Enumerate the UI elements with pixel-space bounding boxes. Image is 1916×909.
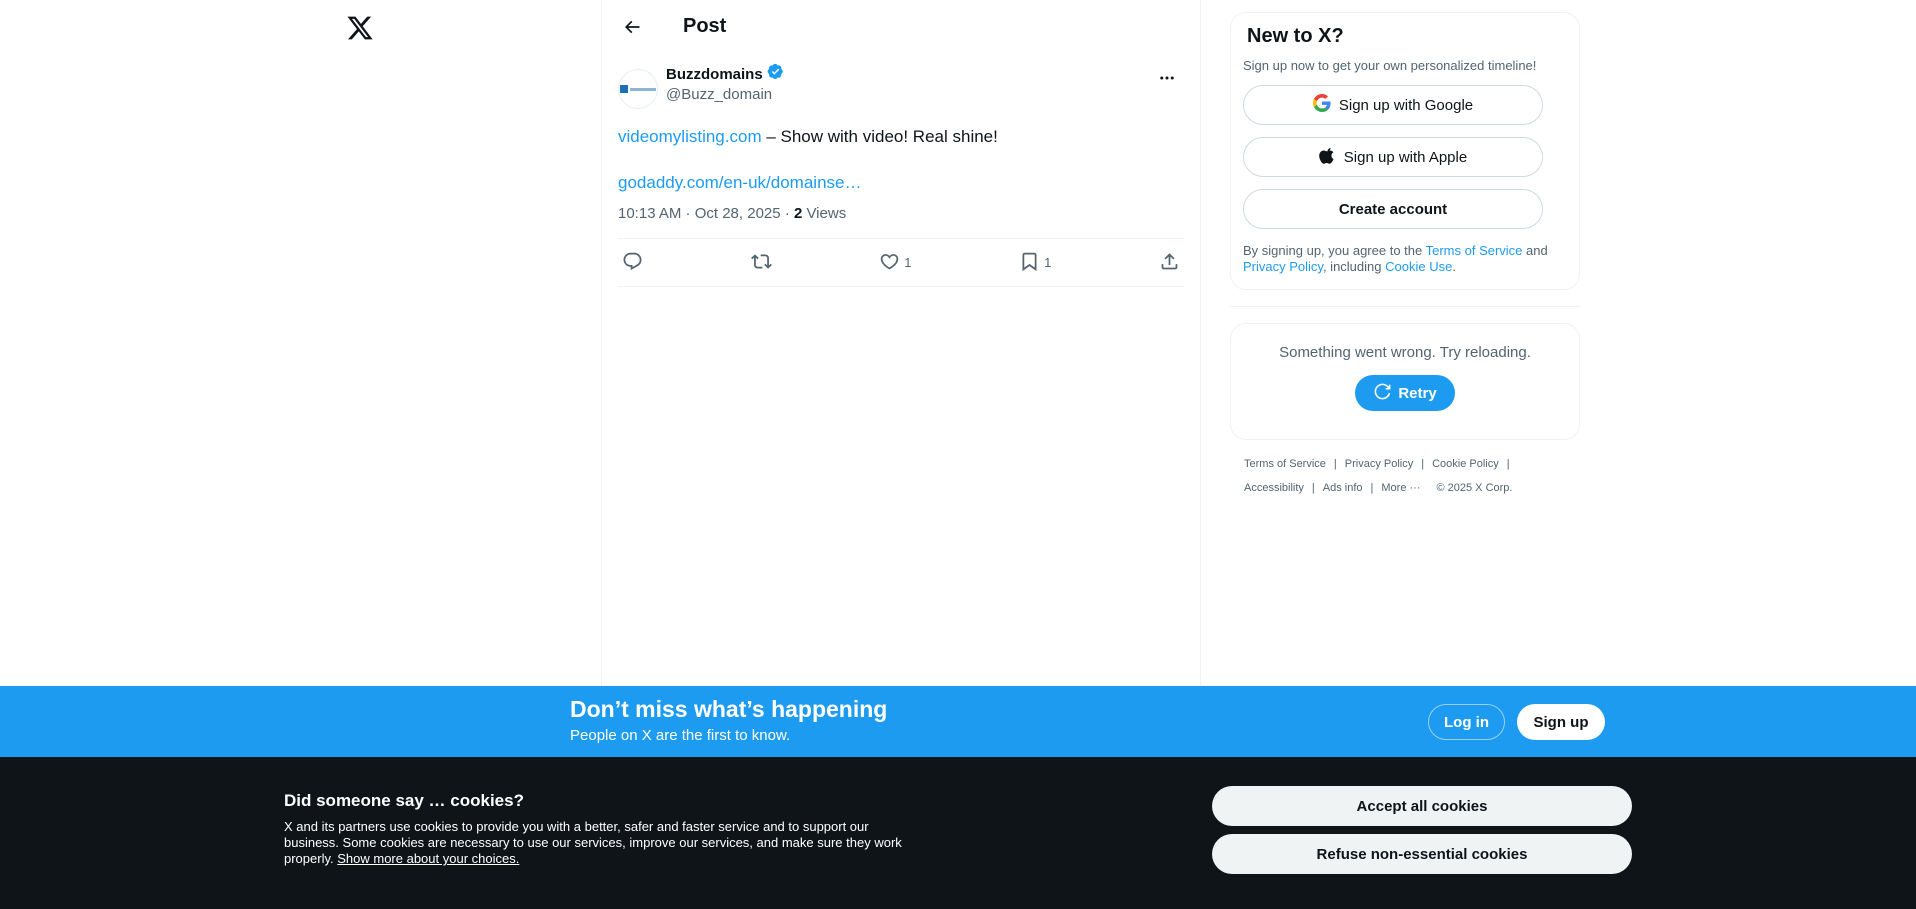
terms-including: , including: [1322, 259, 1386, 274]
footer-ads-link[interactable]: Ads info: [1323, 482, 1363, 494]
footer-cookie-link[interactable]: Cookie Policy: [1432, 458, 1499, 470]
login-button[interactable]: Log in: [1428, 704, 1505, 740]
post-meta: 10:13 AM · Oct 28, 2025 · 2 Views: [618, 205, 1184, 239]
signup-google-button[interactable]: Sign up with Google: [1243, 85, 1543, 125]
footer-more-link[interactable]: More ···: [1381, 482, 1420, 494]
signup-google-label: Sign up with Google: [1338, 96, 1474, 114]
author-handle[interactable]: @Buzz_domain: [666, 85, 784, 104]
post: Buzzdomains @Buzz_domain videomylisting.…: [602, 53, 1200, 287]
signup-card: New to X? Sign up now to get your own pe…: [1230, 12, 1580, 290]
post-actions: 1 1: [618, 239, 1184, 287]
post-timestamp[interactable]: 10:13 AM · Oct 28, 2025 ·: [618, 205, 794, 222]
cookie-text: X and its partners use cookies to provid…: [284, 819, 924, 867]
banner-title: Don’t miss what’s happening: [570, 696, 888, 722]
avatar[interactable]: [618, 69, 658, 109]
privacy-policy-link[interactable]: Privacy Policy: [1243, 259, 1323, 274]
post-link-godaddy[interactable]: godaddy.com/en-uk/domainse…: [618, 173, 862, 193]
footer-accessibility-link[interactable]: Accessibility: [1244, 482, 1304, 494]
footer-links: Terms of Service | Privacy Policy | Cookie P…: [1244, 458, 1513, 494]
cookie-choices-link[interactable]: Show more about your choices.: [337, 851, 519, 866]
repost-icon: [750, 251, 772, 275]
cookie-use-link[interactable]: Cookie Use: [1385, 259, 1452, 274]
footer-terms-link[interactable]: Terms of Service: [1244, 458, 1326, 470]
right-sidebar: New to X? Sign up now to get your own pe…: [1230, 12, 1580, 500]
topbar: Post: [602, 0, 1200, 53]
retry-label: Retry: [1398, 384, 1437, 402]
bookmark-button[interactable]: 1: [1019, 251, 1051, 275]
signup-card-title: New to X?: [1247, 25, 1344, 47]
main-column: Post Buzzdomains @Buzz_domain videomylis: [601, 0, 1201, 686]
error-card: Something went wrong. Try reloading. Ret…: [1230, 323, 1580, 440]
apple-icon: [1318, 147, 1336, 168]
share-button[interactable]: [1159, 251, 1180, 275]
like-button[interactable]: 1: [879, 251, 911, 275]
post-header: Buzzdomains @Buzz_domain: [618, 53, 1184, 109]
heart-icon: [879, 251, 900, 275]
footer-copyright: © 2025 X Corp.: [1436, 482, 1513, 494]
refresh-icon: [1373, 382, 1392, 405]
terms-period: .: [1452, 259, 1456, 274]
reply-button[interactable]: [622, 251, 643, 275]
banner-subtitle: People on X are the first to know.: [570, 727, 791, 744]
back-arrow-icon[interactable]: [614, 9, 650, 45]
cookie-consent: Did someone say … cookies? X and its par…: [0, 757, 1916, 909]
author-display-name[interactable]: Buzzdomains: [666, 65, 763, 84]
post-text-body: – Show with video! Real shine!: [761, 127, 998, 146]
more-options-icon[interactable]: [1150, 61, 1184, 95]
retry-button[interactable]: Retry: [1355, 375, 1455, 411]
post-link-videomylisting[interactable]: videomylisting.com: [618, 127, 762, 146]
bookmark-icon: [1019, 251, 1040, 275]
bookmark-count: 1: [1044, 255, 1052, 270]
like-count: 1: [904, 255, 912, 270]
signup-apple-button[interactable]: Sign up with Apple: [1243, 137, 1543, 177]
accept-cookies-button[interactable]: Accept all cookies: [1212, 786, 1632, 826]
signup-button[interactable]: Sign up: [1517, 704, 1605, 740]
post-text: videomylisting.com – Show with video! Re…: [618, 125, 1184, 149]
google-icon: [1312, 94, 1331, 116]
sidebar-divider: [1230, 306, 1580, 307]
views-label: Views: [802, 205, 847, 222]
signup-card-subtitle: Sign up now to get your own personalized…: [1243, 58, 1537, 73]
signup-apple-label: Sign up with Apple: [1343, 148, 1468, 166]
terms-prefix: By signing up, you agree to the: [1243, 243, 1426, 258]
terms-and: and: [1522, 243, 1548, 258]
page-title: Post: [683, 15, 727, 37]
reply-icon: [622, 251, 643, 275]
signup-terms: By signing up, you agree to the Terms of…: [1243, 243, 1567, 275]
terms-of-service-link[interactable]: Terms of Service: [1426, 243, 1523, 258]
error-message: Something went wrong. Try reloading.: [1279, 344, 1531, 361]
repost-button[interactable]: [750, 251, 772, 275]
x-logo-icon[interactable]: [346, 14, 374, 42]
create-account-button[interactable]: Create account: [1243, 189, 1543, 229]
share-icon: [1159, 251, 1180, 275]
author-names: Buzzdomains @Buzz_domain: [666, 63, 784, 104]
verified-badge-icon: [767, 63, 784, 85]
login-banner: Don’t miss what’s happening People on X …: [0, 686, 1916, 757]
cookie-title: Did someone say … cookies?: [284, 791, 524, 810]
footer-privacy-link[interactable]: Privacy Policy: [1345, 458, 1413, 470]
refuse-cookies-button[interactable]: Refuse non-essential cookies: [1212, 834, 1632, 874]
